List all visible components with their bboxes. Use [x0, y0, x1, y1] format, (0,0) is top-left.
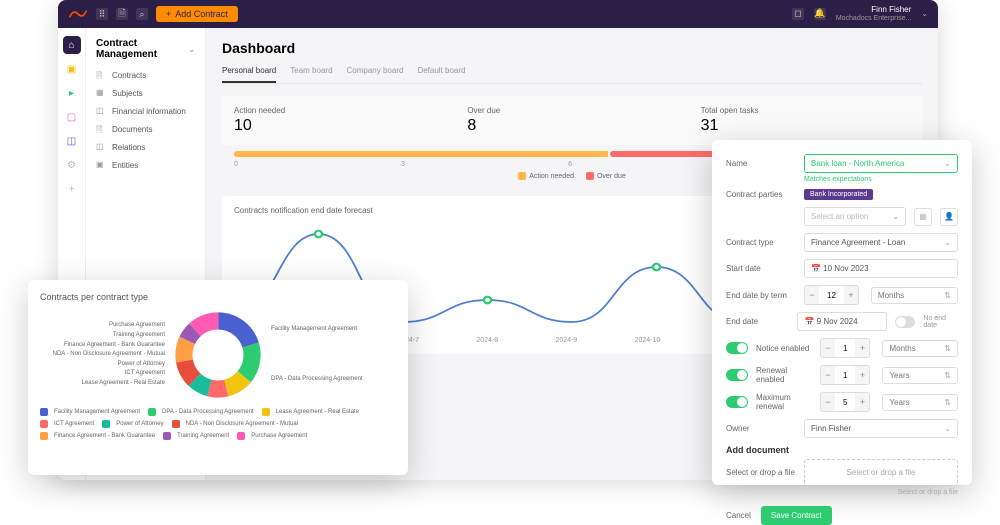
donut-chart-icon [173, 310, 263, 400]
sidebar-item-subjects[interactable]: ▦Subjects [96, 88, 195, 98]
sidebar-item-financial[interactable]: ◫Financial information [96, 106, 195, 116]
donut-legend: Facility Management AgreementDPA - Data … [40, 408, 396, 440]
add-contract-button[interactable]: +Add Contract [156, 6, 238, 22]
sidebar-item-entities[interactable]: ▣Entities [96, 160, 195, 170]
topbar: ⠿ 🗎 ⌕ +Add Contract ◻ 🔔 Finn Fisher Moch… [58, 0, 938, 28]
owner-select[interactable]: Finn Fisher⌄ [804, 419, 958, 438]
page-title: Dashboard [222, 40, 922, 56]
save-contract-button[interactable]: Save Contract [761, 506, 832, 525]
party-tag[interactable]: Bank Incorporated [804, 189, 873, 200]
rail-item-2[interactable]: ▣ [63, 60, 81, 78]
rail-home-icon[interactable]: ⌂ [63, 36, 81, 54]
sidebar-item-contracts[interactable]: 🗎Contracts [96, 70, 195, 80]
kpi-row: Action needed10 Over due8 Total open tas… [222, 96, 922, 145]
tab-team[interactable]: Team board [290, 66, 332, 83]
user-menu[interactable]: Finn Fisher Mochadocs Enterprise... [836, 5, 911, 23]
kpi-action: Action needed10 [234, 106, 443, 135]
sidebar-item-relations[interactable]: ◫Relations [96, 142, 195, 152]
renewal-unit-select[interactable]: Years⇅ [882, 367, 958, 384]
renewal-toggle[interactable] [726, 369, 748, 381]
notice-toggle[interactable] [726, 342, 748, 354]
maxren-toggle[interactable] [726, 396, 748, 408]
noend-toggle[interactable] [895, 316, 915, 328]
user-chevron-icon[interactable]: ⌄ [921, 9, 928, 18]
tab-company[interactable]: Company board [347, 66, 404, 83]
tab-default[interactable]: Default board [417, 66, 465, 83]
board-tabs: Personal board Team board Company board … [222, 66, 922, 84]
user-org: Mochadocs Enterprise... [836, 15, 911, 23]
grid-icon[interactable]: ⠿ [96, 8, 108, 20]
endterm-stepper[interactable]: −12+ [804, 285, 859, 305]
tab-personal[interactable]: Personal board [222, 66, 276, 83]
party-user-icon[interactable]: 👤 [940, 208, 958, 226]
bookmark-icon[interactable]: ◻ [792, 8, 804, 20]
endterm-unit-select[interactable]: Months⇅ [871, 287, 958, 304]
sidebar-chevron-icon[interactable]: ⌄ [188, 45, 195, 54]
rail-item-6[interactable]: ⚙ [63, 156, 81, 174]
file-icon[interactable]: 🗎 [116, 8, 128, 20]
name-input[interactable]: Bank loan - North America⌄ [804, 154, 958, 173]
maxren-unit-select[interactable]: Years⇅ [882, 394, 958, 411]
notice-unit-select[interactable]: Months⇅ [882, 340, 958, 357]
file-dropzone[interactable]: Select or drop a file [804, 459, 958, 486]
renewal-stepper[interactable]: −1+ [820, 365, 870, 385]
party-select[interactable]: Select an option⌄ [804, 207, 906, 226]
party-copy-icon[interactable]: ▦ [914, 208, 932, 226]
adddoc-label: Add document [726, 445, 958, 455]
kpi-overdue: Over due8 [467, 106, 676, 135]
sidebar-item-documents[interactable]: 🗎Documents [96, 124, 195, 134]
start-date-input[interactable]: 📅 10 Nov 2023 [804, 259, 958, 278]
maxren-stepper[interactable]: −5+ [820, 392, 870, 412]
type-select[interactable]: Finance Agreement - Loan⌄ [804, 233, 958, 252]
rail-item-5[interactable]: ◫ [63, 132, 81, 150]
cancel-button[interactable]: Cancel [726, 511, 751, 520]
rail-add-icon[interactable]: + [63, 180, 81, 198]
rail-item-4[interactable]: ▢ [63, 108, 81, 126]
donut-title: Contracts per contract type [40, 292, 396, 302]
kpi-total: Total open tasks31 [701, 106, 910, 135]
donut-card: Contracts per contract type Purchase Agr… [28, 280, 408, 475]
notice-stepper[interactable]: −1+ [820, 338, 870, 358]
sidebar-title: Contract Management [96, 38, 188, 60]
contract-form: NameBank loan - North America⌄ Matches e… [712, 140, 972, 485]
bell-icon[interactable]: 🔔 [814, 8, 826, 20]
brand-logo [68, 7, 88, 21]
name-hint: Matches expectations [804, 176, 958, 183]
rail-item-3[interactable]: ▸ [63, 84, 81, 102]
search-icon[interactable]: ⌕ [136, 8, 148, 20]
end-date-input[interactable]: 📅 9 Nov 2024 [797, 312, 887, 331]
user-name: Finn Fisher [871, 5, 911, 15]
